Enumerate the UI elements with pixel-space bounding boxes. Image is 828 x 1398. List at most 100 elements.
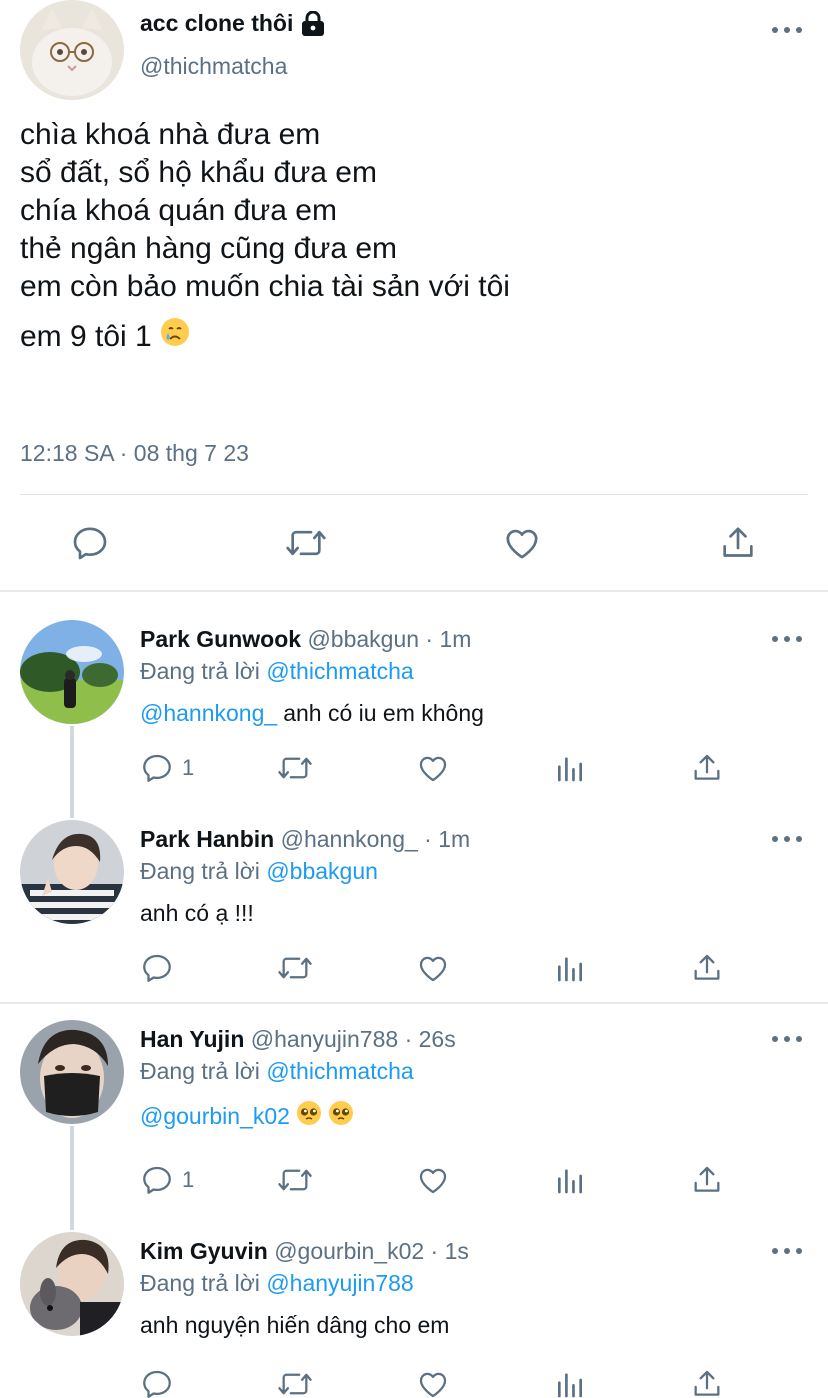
reply-body: anh nguyện hiến dâng cho em [140,1312,450,1338]
reply-text: anh nguyện hiến dâng cho em [140,1312,449,1339]
retweet-button[interactable] [276,748,314,788]
reply-count: 1 [182,1167,195,1192]
timestamp[interactable]: 12:18 SA · 08 thg 7 23 [20,440,249,467]
more-options-icon[interactable] [772,1246,802,1256]
replying-to: Đang trả lời @thichmatcha [140,658,414,685]
reply-tweet: Park Gunwook @bbakgun · 1m Đang trả lời … [0,620,828,800]
retweet-button[interactable] [276,948,314,988]
reply-icon [143,1166,171,1194]
more-options-icon[interactable] [772,1034,802,1044]
reply-tweet: Han Yujin @hanyujin788 · 26s Đang trả lờ… [0,1020,828,1210]
share-icon [694,954,720,980]
reply-meta: Kim Gyuvin @gourbin_k02 · 1s [140,1238,469,1265]
replying-to-link[interactable]: @hanyujin788 [266,1270,413,1296]
like-button[interactable] [416,948,450,988]
reply-body: anh có iu em không [283,700,484,726]
reply-button[interactable] [68,518,112,568]
reply-icon [143,1370,171,1398]
like-button[interactable] [416,1160,450,1200]
share-button[interactable] [690,748,724,788]
handle-time[interactable]: @hanyujin788 · 26s [251,1026,456,1052]
tweet-text: chìa khoá nhà đưa em sổ đất, sổ hộ khẩu … [20,116,510,357]
reply-text: anh có ạ !!! [140,900,254,927]
like-button[interactable] [416,748,450,788]
retweet-button[interactable] [284,518,328,568]
reply-button[interactable] [140,948,182,988]
mention-link[interactable]: @gourbin_k02 [140,1103,290,1130]
reply-tweet: Kim Gyuvin @gourbin_k02 · 1s Đang trả lờ… [0,1232,828,1398]
display-name[interactable]: Han Yujin [140,1026,244,1052]
retweet-button[interactable] [276,1160,314,1200]
reply-actions: 1 [140,1160,740,1200]
replying-to-link[interactable]: @thichmatcha [266,1058,413,1084]
reply-meta: Han Yujin @hanyujin788 · 26s [140,1026,456,1053]
display-name[interactable]: Park Gunwook [140,626,301,652]
share-icon [694,1166,720,1192]
avatar[interactable] [20,620,124,724]
analytics-button[interactable] [554,948,586,988]
tweet-line: em còn bảo muốn chia tài sản với tôi [20,270,510,303]
avatar[interactable] [20,1020,124,1124]
share-icon [723,527,753,557]
reply-meta: Park Gunwook @bbakgun · 1m [140,626,471,653]
tweet-line: chìa khoá nhà đưa em [20,118,321,151]
analytics-icon [558,1169,582,1194]
reply-text: @gourbin_k02 [140,1100,354,1132]
reply-icon [73,527,107,560]
analytics-button[interactable] [554,748,586,788]
handle-time[interactable]: @hannkong_ · 1m [281,826,471,852]
like-icon [419,1168,447,1194]
avatar[interactable] [20,1232,124,1336]
reply-icon [143,754,171,782]
more-options-icon[interactable] [772,834,802,844]
replying-to-link[interactable]: @thichmatcha [266,658,413,684]
handle-time[interactable]: @bbakgun · 1m [307,626,471,652]
reply-button[interactable] [140,1364,182,1398]
share-button[interactable] [690,948,724,988]
replying-to-link[interactable]: @bbakgun [266,858,378,884]
share-button[interactable] [716,518,760,568]
share-button[interactable] [690,1160,724,1200]
divider [20,494,808,495]
replying-label: Đang trả lời [140,1270,260,1296]
share-button[interactable] [690,1364,724,1398]
retweet-button[interactable] [276,1364,314,1398]
crying-face-emoji [160,317,190,357]
analytics-button[interactable] [554,1160,586,1200]
reply-button[interactable]: 1 [140,748,194,788]
reply-tweet: Park Hanbin @hannkong_ · 1m Đang trả lời… [0,820,828,1000]
like-icon [419,756,447,782]
like-button[interactable] [500,518,544,568]
like-button[interactable] [416,1364,450,1398]
divider [0,1002,828,1004]
analytics-button[interactable] [554,1364,586,1398]
tweet-line: chía khoá quán đưa em [20,194,337,227]
avatar[interactable] [20,820,124,924]
reply-button[interactable]: 1 [140,1160,194,1200]
more-options-icon[interactable] [772,634,802,644]
replying-to: Đang trả lời @bbakgun [140,858,378,885]
analytics-icon [558,757,582,782]
analytics-icon [558,1373,582,1398]
display-name[interactable]: acc clone thôi [140,10,325,37]
display-name[interactable]: Park Hanbin [140,826,274,852]
handle[interactable]: @thichmatcha [140,53,287,80]
handle-time[interactable]: @gourbin_k02 · 1s [274,1238,469,1264]
more-options-icon[interactable] [772,25,802,35]
reply-meta: Park Hanbin @hannkong_ · 1m [140,826,470,853]
reply-icon [143,954,171,982]
tweet-line: em 9 tôi 1 [20,317,510,357]
retweet-icon [278,757,312,779]
mention-link[interactable]: @hannkong_ [140,700,277,727]
tweet-line: sổ đất, sổ hộ khẩu đưa em [20,156,377,189]
avatar[interactable] [20,0,124,100]
analytics-icon [558,957,582,982]
tweet-actions [0,518,828,570]
retweet-icon [278,1373,312,1395]
retweet-icon [278,1169,312,1191]
tweet-line-text: em 9 tôi 1 [20,320,152,353]
display-name[interactable]: Kim Gyuvin [140,1238,268,1264]
display-name-text: acc clone thôi [140,10,294,36]
tweet-line: thẻ ngân hàng cũng đưa em [20,232,398,265]
like-icon [419,1372,447,1398]
